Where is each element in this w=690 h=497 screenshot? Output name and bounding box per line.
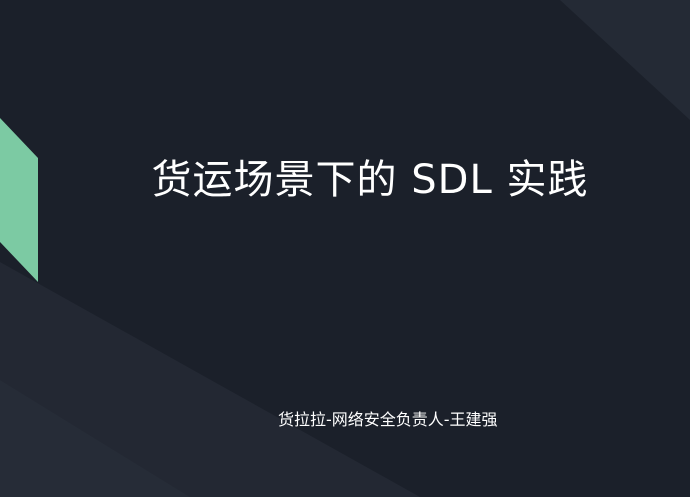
top-right-panel (560, 0, 690, 120)
slide-subtitle: 货拉拉-网络安全负责人-王建强 (278, 410, 498, 429)
title-slide: 货运场景下的 SDL 实践 货拉拉-网络安全负责人-王建强 (0, 0, 690, 497)
slide-title: 货运场景下的 SDL 实践 (151, 157, 589, 203)
